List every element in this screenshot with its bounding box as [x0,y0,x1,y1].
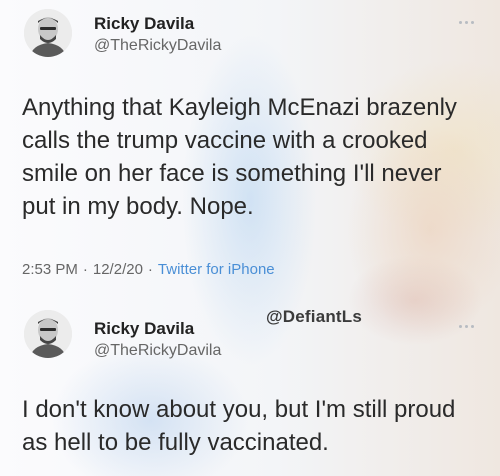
author-name[interactable]: Ricky Davila [94,319,194,339]
watermark: @DefiantLs [266,307,363,326]
author-name[interactable]: Ricky Davila [94,14,194,34]
tweet-date: 12/2/20 [92,261,143,278]
more-dots-icon[interactable] [456,18,476,26]
tweet-text: I don't know about you, but I'm still pr… [22,396,456,456]
tweet-source-link[interactable]: Twitter for iPhone [158,261,275,278]
tweet-card: Ricky Davila @TheRickyDavila Anything th… [0,0,500,300]
tweet-time: 2:53 PM [22,261,78,278]
tweet-meta: 2:53 PM · 12/2/20 · Twitter for iPhone [22,261,275,278]
meta-separator: · [147,261,153,278]
tweet-card: Ricky Davila @TheRickyDavila I don't kno… [0,300,500,476]
author-handle[interactable]: @TheRickyDavila [94,37,221,55]
tweet-text: Anything that Kayleigh McEnazi brazenly … [22,94,457,220]
avatar[interactable] [24,310,72,358]
meta-separator: · [82,261,88,278]
more-dots-icon[interactable] [456,322,476,330]
author-handle[interactable]: @TheRickyDavila [94,342,221,360]
avatar[interactable] [24,9,72,57]
